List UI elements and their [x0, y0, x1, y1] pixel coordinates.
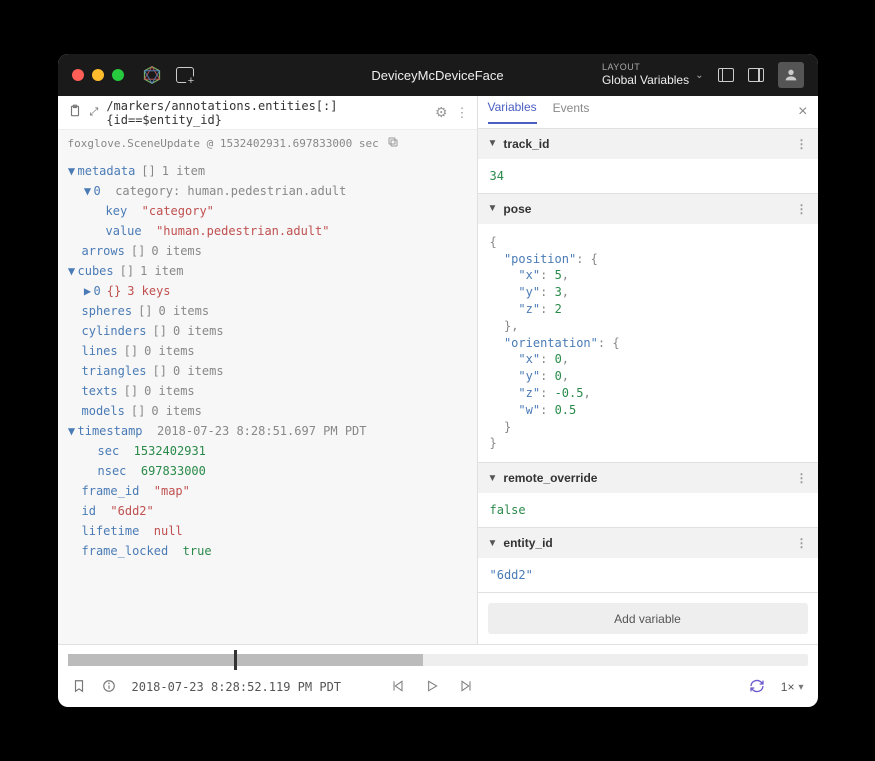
chevron-down-icon: ▼	[488, 203, 498, 214]
tab-events[interactable]: Events	[553, 101, 590, 123]
data-source-title: DeviceyMcDeviceFace	[371, 68, 503, 83]
variable-name: remote_override	[503, 471, 597, 485]
add-panel-button[interactable]	[176, 67, 194, 83]
playback-controls: 2018-07-23 8:28:52.119 PM PDT 1×▾	[58, 667, 818, 707]
variable-value[interactable]: { "position": { "x": 5, "y": 3, "z": 2 }…	[478, 224, 818, 462]
maximize-window-button[interactable]	[112, 69, 124, 81]
scrubber-loaded	[68, 654, 423, 666]
chevron-down-icon: ▾	[798, 682, 803, 693]
variable-header[interactable]: ▼ pose ⋮	[478, 194, 818, 224]
chevron-down-icon: ▼	[488, 473, 498, 484]
app-window: DeviceyMcDeviceFace LAYOUT Global Variab…	[58, 54, 818, 707]
add-variable-button[interactable]: Add variable	[488, 603, 808, 634]
clipboard-icon[interactable]	[68, 104, 82, 121]
variable-pose: ▼ pose ⋮ { "position": { "x": 5, "y": 3, "…	[478, 194, 818, 463]
variable-value[interactable]: "6dd2"	[490, 568, 533, 582]
raw-messages-panel: ⤢ /markers/annotations.entities[:]{id==$…	[58, 96, 478, 644]
variables-panel: Variables Events × ▼ track_id ⋮ 34 ▼ pose ⋮ …	[478, 96, 818, 644]
expand-toggle[interactable]: ▶	[82, 281, 94, 301]
speed-value: 1×	[781, 680, 795, 694]
traffic-lights	[72, 69, 124, 81]
skip-forward-button[interactable]	[458, 678, 474, 697]
variable-header[interactable]: ▼ remote_override ⋮	[478, 463, 818, 493]
variable-value[interactable]: false	[490, 503, 526, 517]
expand-icon[interactable]: ⤢	[90, 106, 99, 119]
minimize-window-button[interactable]	[92, 69, 104, 81]
right-sidebar-toggle[interactable]	[748, 68, 764, 82]
play-button[interactable]	[424, 678, 440, 697]
variable-header[interactable]: ▼ track_id ⋮	[478, 129, 818, 159]
playback-timestamp: 2018-07-23 8:28:52.119 PM PDT	[132, 680, 375, 694]
loop-button[interactable]	[749, 678, 765, 697]
more-icon[interactable]: ⋮	[796, 471, 808, 485]
chevron-down-icon: ⌄	[695, 70, 703, 81]
bookmark-icon[interactable]	[72, 679, 86, 696]
variable-entity-id: ▼ entity_id ⋮ "6dd2"	[478, 528, 818, 593]
expand-toggle[interactable]: ▼	[66, 261, 78, 281]
titlebar: DeviceyMcDeviceFace LAYOUT Global Variab…	[58, 54, 818, 96]
schema-text: foxglove.SceneUpdate @ 1532402931.697833…	[68, 137, 379, 150]
variable-header[interactable]: ▼ entity_id ⋮	[478, 528, 818, 558]
scrubber-playhead[interactable]	[234, 650, 237, 670]
sidebar-tabs: Variables Events ×	[478, 96, 818, 129]
close-window-button[interactable]	[72, 69, 84, 81]
expand-toggle[interactable]: ▼	[66, 421, 78, 441]
variable-name: track_id	[503, 137, 549, 151]
chevron-down-icon: ▼	[488, 538, 498, 549]
tab-variables[interactable]: Variables	[488, 100, 537, 124]
app-logo-icon	[142, 65, 162, 85]
layout-label: LAYOUT	[602, 62, 689, 73]
variable-name: entity_id	[503, 536, 552, 550]
close-sidebar-button[interactable]: ×	[798, 103, 807, 121]
main-content: ⤢ /markers/annotations.entities[:]{id==$…	[58, 96, 818, 644]
chevron-down-icon: ▼	[488, 138, 498, 149]
more-menu-icon[interactable]: ⋮	[456, 105, 467, 121]
layout-value: Global Variables	[602, 73, 689, 87]
layout-selector[interactable]: LAYOUT Global Variables ⌄	[602, 62, 704, 87]
scrubber-track[interactable]	[68, 654, 808, 666]
playback-bar: 2018-07-23 8:28:52.119 PM PDT 1×▾	[58, 644, 818, 707]
variable-name: pose	[503, 202, 531, 216]
expand-toggle[interactable]: ▼	[82, 181, 94, 201]
expand-toggle[interactable]: ▼	[66, 161, 78, 181]
scrubber[interactable]	[58, 645, 818, 667]
more-icon[interactable]: ⋮	[796, 202, 808, 216]
skip-back-button[interactable]	[390, 678, 406, 697]
variable-track-id: ▼ track_id ⋮ 34	[478, 129, 818, 194]
info-icon[interactable]	[102, 679, 116, 696]
more-icon[interactable]: ⋮	[796, 137, 808, 151]
topic-path-row: ⤢ /markers/annotations.entities[:]{id==$…	[58, 96, 477, 130]
user-icon	[783, 67, 799, 83]
copy-icon[interactable]	[387, 136, 399, 151]
message-tree[interactable]: ▼ metadata[]1 item ▼ 0 category: human.p…	[58, 157, 477, 644]
settings-icon[interactable]: ⚙	[435, 104, 448, 121]
schema-row: foxglove.SceneUpdate @ 1532402931.697833…	[58, 130, 477, 157]
variable-remote-override: ▼ remote_override ⋮ false	[478, 463, 818, 528]
speed-selector[interactable]: 1×▾	[781, 680, 804, 694]
user-avatar-button[interactable]	[778, 62, 804, 88]
left-sidebar-toggle[interactable]	[718, 68, 734, 82]
message-path-input[interactable]: /markers/annotations.entities[:]{id==$en…	[106, 99, 427, 127]
more-icon[interactable]: ⋮	[796, 536, 808, 550]
variable-value[interactable]: 34	[490, 169, 504, 183]
